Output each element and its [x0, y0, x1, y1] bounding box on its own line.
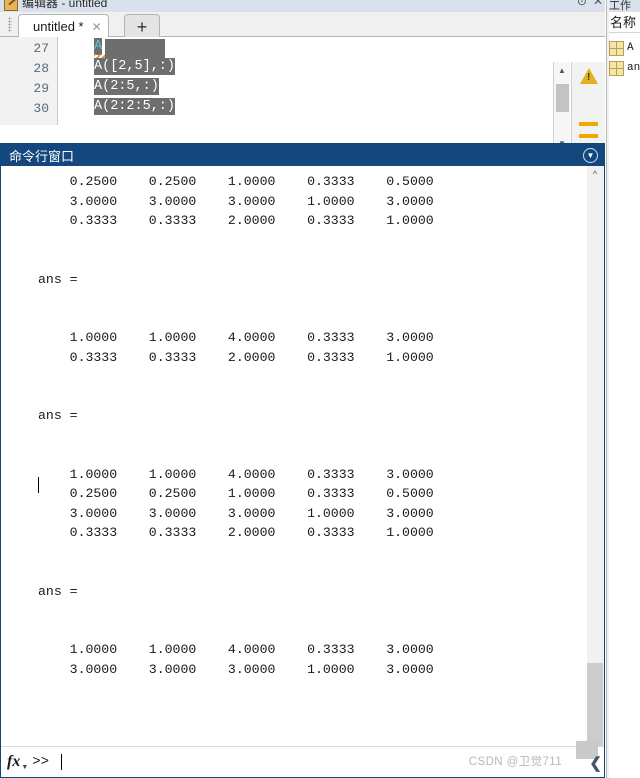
chevron-down-icon[interactable]: ▼ [21, 764, 28, 771]
collapse-icon[interactable]: ❮ [589, 754, 602, 772]
workspace-column-header: 名称 [607, 13, 640, 33]
code-line-30[interactable]: A(2:2:5,:) [94, 97, 176, 117]
command-input-caret[interactable] [61, 754, 63, 770]
command-window-body[interactable]: 0.2500 0.2500 1.0000 0.3333 0.5000 3.000… [1, 166, 604, 746]
workspace-panel: 工作区 名称 A ans [606, 0, 640, 778]
line-number-gutter: 27 28 29 30 [0, 37, 58, 125]
line-number: 30 [33, 101, 49, 116]
editor-code-area[interactable]: 27 28 29 30 A A([2,5],:) A(2:5,:) A(2:2:… [0, 37, 605, 168]
close-icon[interactable]: ✕ [92, 20, 102, 34]
analyzer-mark[interactable] [579, 122, 598, 126]
panel-divider [607, 0, 609, 778]
workspace-panel-title: 工作区 [607, 0, 640, 12]
code-line-29[interactable]: A(2:5,:) [94, 77, 159, 97]
analyzer-mark[interactable] [579, 134, 598, 138]
matlab-window: 编辑器 - untitled ⊙ ✕ untitled * ✕ + 27 28 … [0, 0, 640, 778]
scroll-up-icon[interactable]: ^ [587, 166, 603, 182]
matrix-icon [609, 40, 624, 56]
variable-name: A [627, 42, 634, 54]
line-number: 29 [33, 81, 49, 96]
command-window-header: 命令行窗口 ▼ [1, 144, 604, 166]
prompt-symbol: >> [32, 754, 50, 770]
minimize-icon[interactable]: ⊙ [577, 0, 587, 7]
editor-icon [4, 0, 18, 11]
scrollbar-thumb[interactable] [556, 84, 569, 112]
tab-label: untitled * [33, 19, 84, 34]
scroll-up-icon[interactable]: ▲ [554, 62, 570, 78]
code-line-28[interactable]: A([2,5],:) [94, 57, 176, 77]
workspace-variable-row[interactable]: ans [609, 58, 640, 78]
editor-panel: untitled * ✕ + 27 28 29 30 A A([2,5],:) … [0, 12, 605, 168]
fx-icon[interactable]: fx [7, 753, 20, 771]
warning-triangle-icon[interactable] [580, 68, 598, 84]
window-controls[interactable]: ⊙ ✕ [577, 0, 603, 7]
text-caret [38, 477, 39, 493]
editor-vertical-scrollbar[interactable]: ▲ ▼ [553, 62, 570, 151]
command-window: 命令行窗口 ▼ 0.2500 0.2500 1.0000 0.3333 0.50… [0, 143, 605, 778]
matrix-icon [609, 60, 624, 76]
code-lines[interactable]: A A([2,5],:) A(2:5,:) A(2:2:5,:) [59, 37, 605, 125]
chevron-down-icon[interactable]: ▼ [583, 147, 598, 163]
new-tab-button[interactable]: + [124, 14, 160, 38]
line-number: 27 [33, 41, 49, 56]
command-window-title: 命令行窗口 [9, 148, 75, 164]
drag-grip[interactable] [8, 17, 12, 32]
command-output: 0.2500 0.2500 1.0000 0.3333 0.5000 3.000… [38, 174, 434, 677]
window-title: 编辑器 - untitled [22, 0, 108, 10]
line-number: 28 [33, 61, 49, 76]
workspace-variable-row[interactable]: A [609, 38, 640, 58]
command-vertical-scrollbar[interactable]: ^ [587, 166, 604, 755]
window-titlebar: 编辑器 - untitled ⊙ ✕ [0, 0, 605, 12]
editor-tabstrip: untitled * ✕ + [0, 12, 605, 38]
tab-untitled[interactable]: untitled * ✕ [18, 14, 109, 38]
variable-name: ans [627, 62, 640, 74]
close-icon[interactable]: ✕ [593, 0, 603, 7]
watermark-text: CSDN @卫觉711 [468, 756, 562, 768]
selection-highlight [105, 39, 165, 58]
